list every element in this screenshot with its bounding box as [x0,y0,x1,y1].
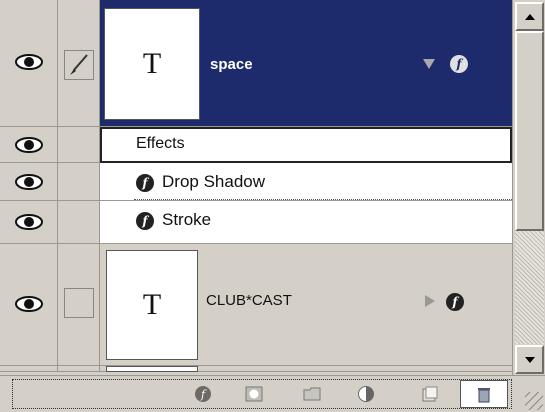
scroll-thumb[interactable] [515,31,544,231]
layer-name-club-cast[interactable]: CLUB*CAST [206,292,292,309]
new-layer-icon [422,386,438,402]
effect-item[interactable]: f Drop Shadow [100,163,512,201]
vertical-scrollbar[interactable] [512,0,545,375]
layer-main-space[interactable]: T space f [100,0,512,127]
visibility-cell[interactable] [0,0,58,127]
new-group-button[interactable] [302,385,322,403]
link-cell [58,163,100,201]
layer-row-club-cast[interactable]: T CLUB*CAST f [0,244,512,366]
fx-icon[interactable]: f [450,55,468,73]
visibility-cell[interactable] [0,244,58,366]
trash-icon [478,388,490,403]
effect-row-drop-shadow[interactable]: f Drop Shadow [0,163,512,201]
triangle-right-icon[interactable] [424,294,436,308]
add-layer-style-button[interactable]: f [193,385,213,403]
layer-name-space[interactable]: space [210,56,253,73]
effects-label: Effects [136,135,185,152]
eye-icon[interactable] [13,135,45,155]
layers-list: T space f Effects f Drop Shadow f Stroke… [0,0,512,372]
fx-icon: f [136,174,154,192]
visibility-cell[interactable] [0,201,58,244]
new-adjustment-layer-button[interactable] [356,385,376,403]
link-cell [58,366,100,372]
layer-row-space[interactable]: T space f [0,0,512,127]
eye-icon[interactable] [13,212,45,232]
effect-label: Drop Shadow [162,172,266,191]
mask-icon [245,386,263,402]
visibility-cell [0,366,58,372]
link-box[interactable] [64,288,94,318]
eye-icon[interactable] [13,172,45,192]
new-layer-button[interactable] [420,385,440,403]
link-cell [58,201,100,244]
paintbrush-icon[interactable] [64,50,94,80]
effects-header[interactable]: Effects [100,127,512,163]
eye-icon[interactable] [13,52,45,72]
layer-thumbnail: T [106,250,198,360]
fx-icon: f [195,386,211,402]
layer-thumbnail [106,366,198,372]
delete-layer-button[interactable] [460,380,508,408]
add-mask-button[interactable] [244,385,264,403]
folder-icon [303,387,321,401]
arrow-up-icon [524,13,535,20]
adjustment-icon [358,386,374,402]
fx-icon: f [136,212,154,230]
layers-panel: T space f Effects f Drop Shadow f Stroke… [0,0,545,412]
layer-main-club-cast[interactable]: T CLUB*CAST f [100,244,512,366]
effect-item[interactable]: f Stroke [100,201,512,244]
effect-row-stroke[interactable]: f Stroke [0,201,512,244]
layer-row-partial [0,366,512,372]
arrow-down-icon [524,356,535,363]
layer-main-partial [100,366,512,372]
layers-toolbar: f [0,375,545,412]
effects-row[interactable]: Effects [0,127,512,163]
thumbnail-glyph: T [142,288,162,321]
triangle-down-icon[interactable] [422,58,436,70]
link-cell[interactable] [58,244,100,366]
resize-grip[interactable] [525,392,543,410]
visibility-cell[interactable] [0,127,58,163]
visibility-cell[interactable] [0,163,58,201]
scroll-up-button[interactable] [515,2,544,31]
link-cell[interactable] [58,0,100,127]
divider [134,199,512,200]
link-cell [58,127,100,163]
effect-label: Stroke [162,210,212,229]
layer-thumbnail: T [104,8,200,120]
eye-icon[interactable] [13,294,45,314]
thumbnail-glyph: T [142,47,162,80]
scroll-down-button[interactable] [515,345,544,374]
fx-icon[interactable]: f [446,293,464,311]
